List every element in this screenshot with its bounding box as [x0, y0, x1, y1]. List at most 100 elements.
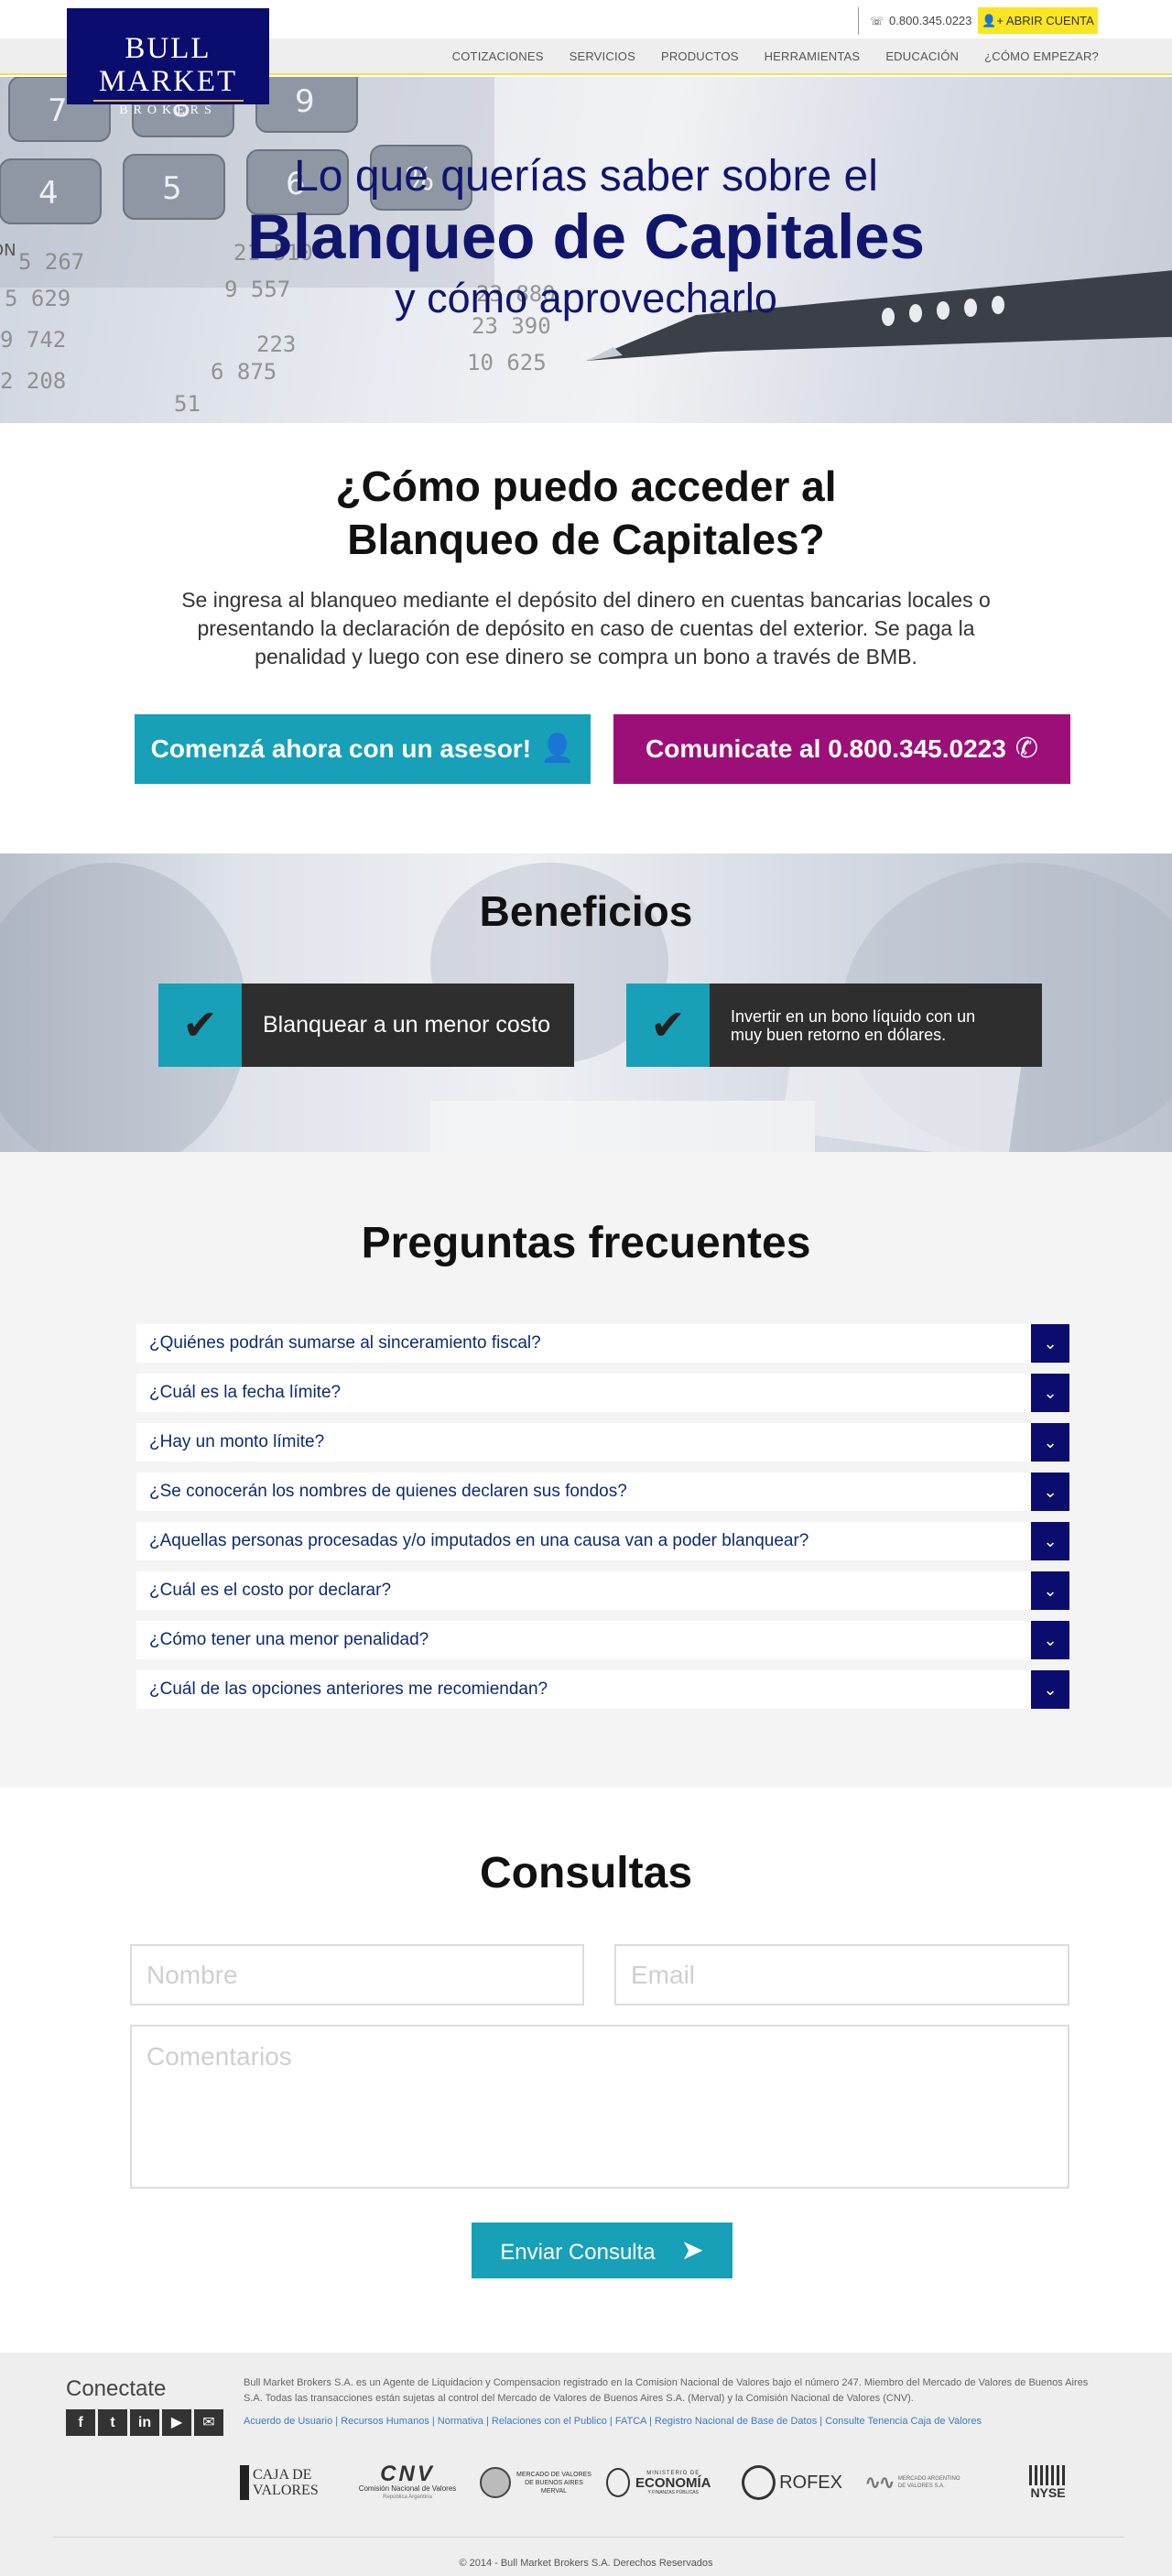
merval-logo-line-1: MERCADO DE VALORES	[516, 2471, 591, 2478]
check-icon-box: ✔	[626, 984, 710, 1067]
faq-question: ¿Cuál es la fecha límite?	[149, 1383, 342, 1402]
faq-item[interactable]: ¿Se conocerán los nombres de quienes dec…	[136, 1473, 1069, 1511]
footer-links: Acuerdo de Usuario | Recursos Humanos | …	[244, 2416, 982, 2427]
footer-link[interactable]: Consulte Tenencia Caja de Valores	[825, 2416, 982, 2427]
ledger-11: 223	[256, 332, 296, 357]
cnv-logo[interactable]: CNV Comisión Nacional de Valores Repúbli…	[348, 2461, 467, 2505]
cnv-logo-sub2: República Argentina	[383, 2494, 432, 2500]
faq-question: ¿Aquellas personas procesadas y/o imputa…	[149, 1531, 809, 1550]
hero-headline: Lo que querías saber sobre el Blanqueo d…	[0, 150, 1172, 326]
chevron-down-icon[interactable]: ⌄	[1031, 1571, 1069, 1610]
nav-servicios[interactable]: SERVICIOS	[570, 38, 635, 75]
chevron-down-icon[interactable]: ⌄	[1031, 1522, 1069, 1560]
submit-button[interactable]: Enviar Consulta ➤	[472, 2223, 732, 2278]
chevron-down-icon[interactable]: ⌄	[1031, 1670, 1069, 1709]
email-field[interactable]: Email	[614, 1944, 1069, 2005]
twitter-icon[interactable]: t	[98, 2409, 127, 2436]
check-icon: ✔	[650, 1001, 686, 1049]
benefit-text-1: Blanquear a un menor costo	[263, 1012, 551, 1038]
comments-field[interactable]: Comentarios	[130, 2025, 1069, 2189]
chevron-down-icon[interactable]: ⌄	[1031, 1473, 1069, 1511]
ledger-4: 2 208	[0, 368, 66, 394]
faq-question: ¿Cómo tener una menor penalidad?	[149, 1630, 429, 1649]
footer-link[interactable]: Normativa	[438, 2416, 483, 2427]
cnv-logo-mark: CNV	[380, 2462, 435, 2486]
caja-logo-line-2: VALORES	[253, 2483, 319, 2498]
logo-divider	[92, 100, 244, 102]
open-account-button[interactable]: 👤+ ABRIR CUENTA	[978, 7, 1098, 34]
caja-de-valores-logo[interactable]: CAJA DE VALORES	[240, 2461, 331, 2505]
open-account-label: ABRIR CUENTA	[1005, 14, 1094, 27]
faq-item[interactable]: ¿Aquellas personas procesadas y/o imputa…	[136, 1522, 1069, 1560]
check-icon-box: ✔	[158, 984, 242, 1067]
faq-question: ¿Quiénes podrán sumarse al sinceramiento…	[149, 1333, 541, 1353]
facebook-icon[interactable]: f	[66, 2409, 95, 2436]
access-text: Se ingresa al blanqueo mediante el depós…	[181, 588, 991, 668]
faq-item[interactable]: ¿Cuál es la fecha límite? ⌄	[136, 1374, 1069, 1412]
faq-question: ¿Cuál de las opciones anteriores me reco…	[149, 1679, 548, 1699]
chevron-down-icon[interactable]: ⌄	[1031, 1324, 1069, 1363]
faq-question: ¿Se conocerán los nombres de quienes dec…	[149, 1482, 627, 1501]
call-button[interactable]: Comunicate al 0.800.345.0223 ✆	[613, 714, 1070, 784]
nav-productos[interactable]: PRODUCTOS	[661, 38, 739, 75]
faq-item[interactable]: ¿Cuál es el costo por declarar? ⌄	[136, 1571, 1069, 1610]
chevron-down-icon[interactable]: ⌄	[1031, 1374, 1069, 1412]
ledger-7: 6 875	[211, 359, 277, 385]
rofex-logo[interactable]: ROFEX	[742, 2461, 842, 2505]
ledger-3: 9 742	[0, 327, 66, 353]
access-title-line-2: Blanqueo de Capitales?	[347, 516, 825, 563]
chevron-down-icon[interactable]: ⌄	[1031, 1621, 1069, 1659]
copyright: © 2014 - Bull Market Brokers S.A. Derech…	[459, 2558, 713, 2569]
mav-logo[interactable]: ∿∿ MERCADO ARGENTINO DE VALORES S.A.	[864, 2461, 993, 2505]
nyse-logo[interactable]: NYSE	[1023, 2461, 1073, 2505]
ledger-8: 10 625	[467, 350, 547, 375]
faq-item[interactable]: ¿Hay un monto límite? ⌄	[136, 1423, 1069, 1462]
check-icon: ✔	[182, 1001, 218, 1049]
ministerio-economia-logo[interactable]: MINISTERIO DE ECONOMÍA Y FINANZAS PÚBLIC…	[606, 2461, 725, 2505]
nav-cotizaciones[interactable]: COTIZACIONES	[452, 38, 544, 75]
merval-logo[interactable]: MERCADO DE VALORES DE BUENOS AIRES MERVA…	[480, 2461, 599, 2505]
benefit-card-1: ✔ Blanquear a un menor costo	[158, 984, 574, 1067]
hero-line-3: y cómo aprovecharlo	[395, 275, 777, 321]
footer-link[interactable]: Acuerdo de Usuario	[244, 2416, 332, 2427]
nav-educacion[interactable]: EDUCACIÓN	[885, 38, 959, 75]
contact-title: Consultas	[479, 1849, 693, 1897]
phone-icon: ✆	[1015, 734, 1038, 764]
social-links: f t in ▶ ✉	[66, 2409, 223, 2436]
footer: Conectate f t in ▶ ✉ Bull Market Brokers…	[0, 2353, 1172, 2576]
footer-link[interactable]: Registro Nacional de Base de Datos	[655, 2416, 817, 2427]
header-phone[interactable]: ☏ 0.800.345.0223	[858, 7, 971, 35]
name-field[interactable]: Nombre	[130, 1944, 584, 2005]
logo[interactable]: BULL MARKET BROKERS	[67, 8, 269, 117]
key-7: 7	[48, 92, 68, 129]
rofex-logo-text: ROFEX	[779, 2472, 842, 2493]
ledger-12: 51	[174, 391, 201, 417]
logo-subtitle: BROKERS	[119, 103, 217, 117]
footer-link[interactable]: Relaciones con el Publico	[492, 2416, 607, 2427]
logo-title: BULL MARKET	[98, 32, 238, 98]
faq-item[interactable]: ¿Cómo tener una menor penalidad? ⌄	[136, 1621, 1069, 1659]
faq-item[interactable]: ¿Quiénes podrán sumarse al sinceramiento…	[136, 1324, 1069, 1363]
cnv-logo-sub: Comisión Nacional de Valores	[358, 2484, 457, 2493]
hero-line-1: Lo que querías saber sobre el	[294, 152, 878, 201]
nav-como-empezar[interactable]: ¿CÓMO EMPEZAR?	[984, 38, 1099, 75]
faq-question: ¿Hay un monto límite?	[149, 1432, 325, 1451]
hero-line-2: Blanqueo de Capitales	[247, 201, 925, 272]
footer-link[interactable]: Recursos Humanos	[341, 2416, 429, 2427]
call-button-label: Comunicate al 0.800.345.0223	[646, 734, 1006, 763]
chevron-down-icon[interactable]: ⌄	[1031, 1423, 1069, 1462]
footer-link[interactable]: FATCA	[615, 2416, 646, 2427]
youtube-icon[interactable]: ▶	[162, 2409, 191, 2436]
email-icon[interactable]: ✉	[194, 2409, 223, 2436]
advisor-button[interactable]: Comenzá ahora con un asesor! 👤	[135, 714, 591, 784]
faq-question: ¿Cuál es el costo por declarar?	[149, 1581, 392, 1600]
benefit-card-2: ✔ Invertir en un bono líquido con un muy…	[626, 984, 1042, 1067]
benefits-section: Beneficios ✔ Blanquear a un menor costo …	[0, 853, 1172, 1152]
access-title: ¿Cómo puedo acceder al Blanqueo de Capit…	[0, 460, 1172, 566]
nav-herramientas[interactable]: HERRAMIENTAS	[765, 38, 861, 75]
user-icon: 👤	[540, 734, 575, 764]
linkedin-icon[interactable]: in	[130, 2409, 159, 2436]
faq-item[interactable]: ¿Cuál de las opciones anteriores me reco…	[136, 1670, 1069, 1709]
merval-logo-line-2: DE BUENOS AIRES	[525, 2479, 583, 2486]
partner-logos: CAJA DE VALORES CNV Comisión Nacional de…	[240, 2461, 1073, 2505]
